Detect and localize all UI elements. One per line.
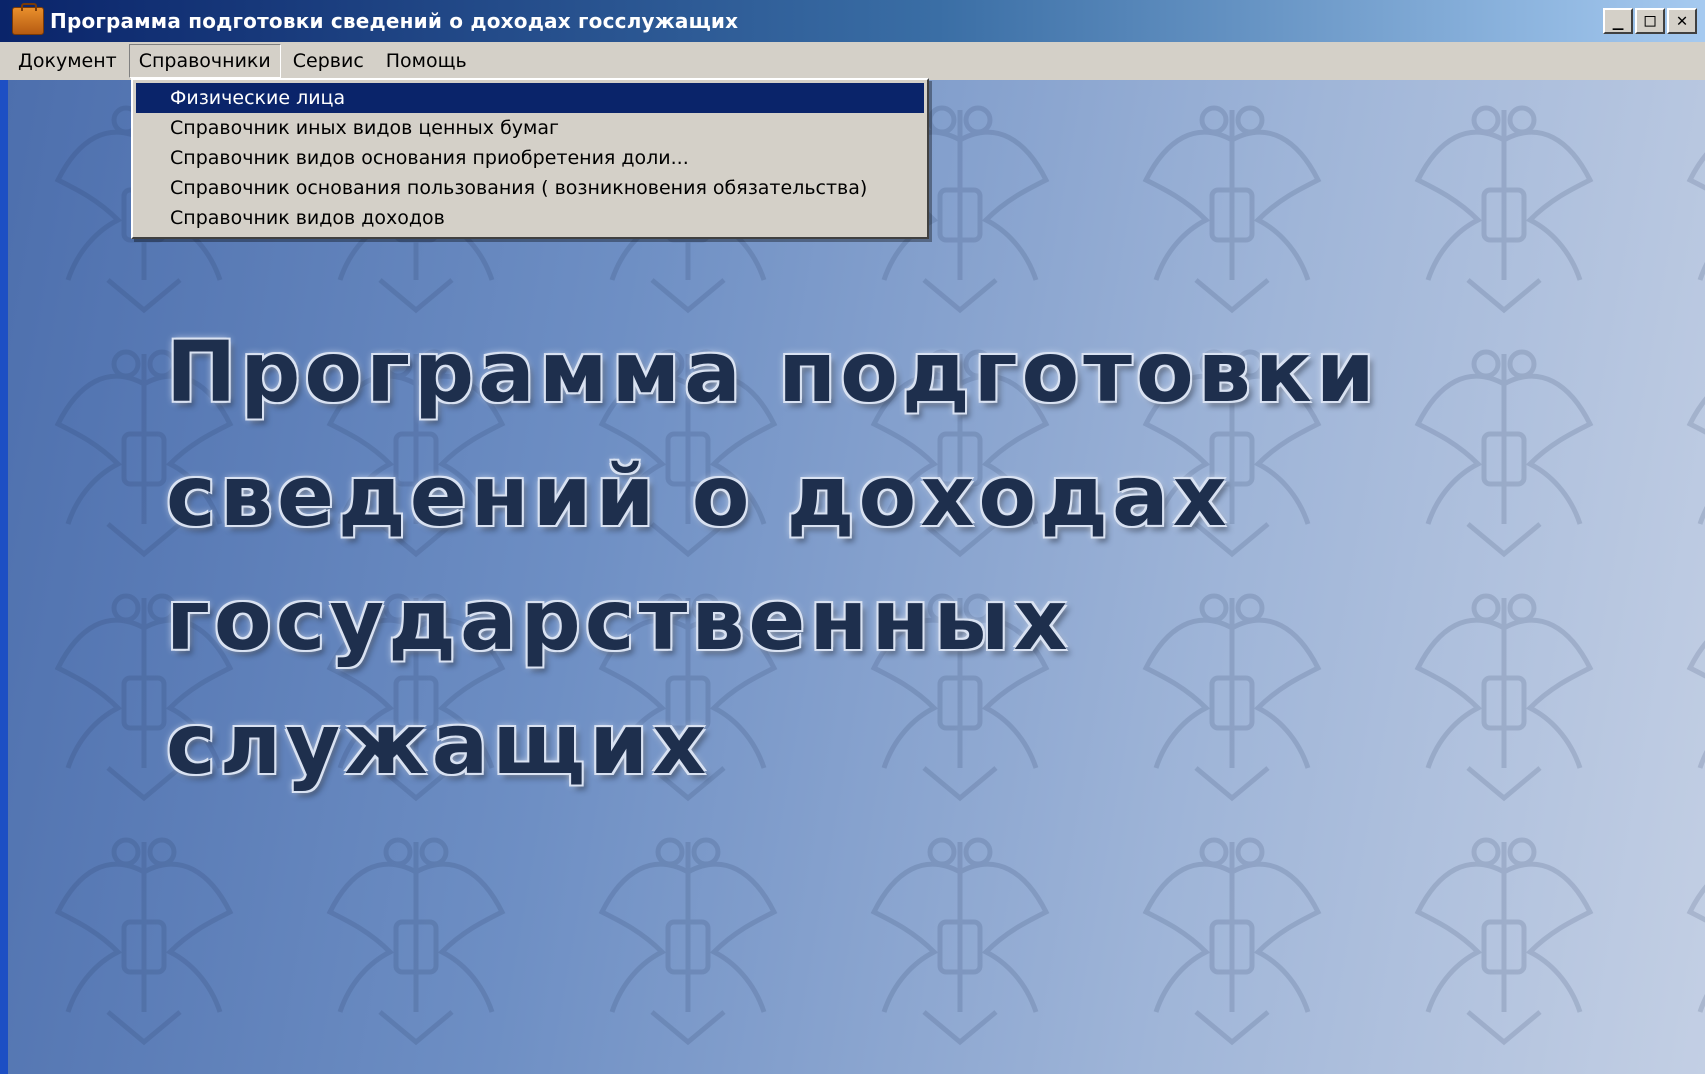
close-button[interactable]: ✕ xyxy=(1667,8,1697,34)
menu-help[interactable]: Помощь xyxy=(376,44,477,78)
maximize-button[interactable]: □ xyxy=(1635,8,1665,34)
menu-bar: Документ Справочники Сервис Помощь xyxy=(0,42,1705,80)
menu-directories[interactable]: Справочники xyxy=(128,44,281,78)
application-window: Программа подготовки сведений о доходах … xyxy=(0,0,1705,1074)
title-bar[interactable]: Программа подготовки сведений о доходах … xyxy=(0,0,1705,42)
menu-service[interactable]: Сервис xyxy=(283,44,374,78)
splash-line: Программа подготовки xyxy=(166,323,1379,421)
minimize-button[interactable]: _ xyxy=(1603,8,1633,34)
splash-line: служащих xyxy=(166,695,711,793)
directories-dropdown-menu: Физические лица Справочник иных видов це… xyxy=(131,78,929,239)
splash-line: государственных xyxy=(166,571,1072,669)
menu-item-share-acquisition-basis[interactable]: Справочник видов основания приобретения … xyxy=(136,143,924,173)
menu-item-income-types[interactable]: Справочник видов доходов xyxy=(136,203,924,233)
window-border xyxy=(0,80,8,1074)
splash-heading: Программа подготовки сведений о доходах … xyxy=(166,310,1466,806)
window-controls: _ □ ✕ xyxy=(1603,8,1697,34)
menu-item-individuals[interactable]: Физические лица xyxy=(136,83,924,113)
menu-item-securities-types[interactable]: Справочник иных видов ценных бумаг xyxy=(136,113,924,143)
window-title: Программа подготовки сведений о доходах … xyxy=(50,9,739,33)
briefcase-icon[interactable] xyxy=(12,3,44,35)
splash-line: сведений о доходах xyxy=(166,447,1231,545)
menu-document[interactable]: Документ xyxy=(8,44,127,78)
menu-item-usage-basis[interactable]: Справочник основания пользования ( возни… xyxy=(136,173,924,203)
